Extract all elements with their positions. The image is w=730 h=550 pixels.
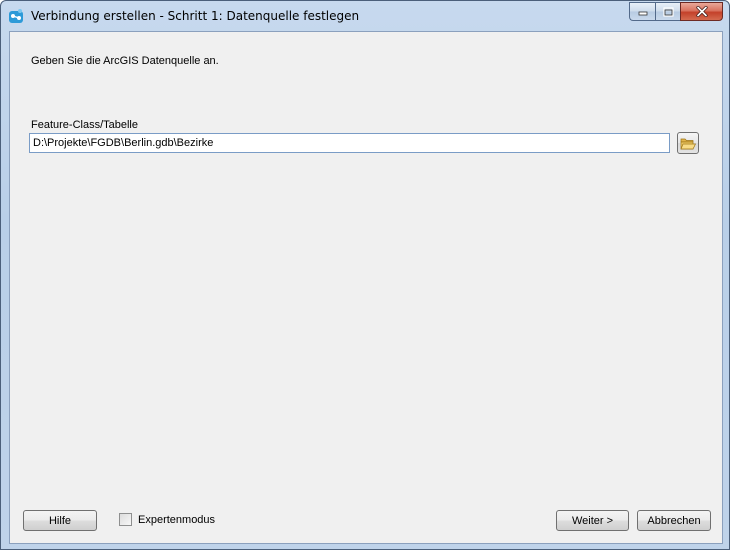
minimize-icon <box>638 11 647 15</box>
feature-class-label: Feature-Class/Tabelle <box>31 119 138 131</box>
maximize-button[interactable] <box>655 2 680 21</box>
help-button[interactable]: Hilfe <box>23 510 97 531</box>
browse-button[interactable] <box>677 132 699 154</box>
dialog-window: Verbindung erstellen - Schritt 1: Datenq… <box>0 0 730 550</box>
next-button[interactable]: Weiter > <box>556 510 629 531</box>
feature-class-path-input[interactable] <box>29 133 670 153</box>
close-icon <box>695 6 708 17</box>
title-bar[interactable]: Verbindung erstellen - Schritt 1: Datenq… <box>1 1 729 31</box>
app-icon <box>9 9 23 23</box>
minimize-button[interactable] <box>629 2 655 21</box>
close-button[interactable] <box>680 2 723 21</box>
expert-mode-checkbox[interactable] <box>119 513 132 526</box>
dialog-client-area: Geben Sie die ArcGIS Datenquelle an. Fea… <box>9 31 723 544</box>
maximize-icon <box>662 6 674 17</box>
caption-buttons <box>629 2 723 21</box>
expert-mode-option[interactable]: Expertenmodus <box>119 513 215 526</box>
folder-open-icon <box>680 138 696 149</box>
cancel-button[interactable]: Abbrechen <box>637 510 711 531</box>
expert-mode-label: Expertenmodus <box>138 513 216 526</box>
intro-text: Geben Sie die ArcGIS Datenquelle an. <box>31 55 219 67</box>
window-title: Verbindung erstellen - Schritt 1: Datenq… <box>31 9 360 23</box>
